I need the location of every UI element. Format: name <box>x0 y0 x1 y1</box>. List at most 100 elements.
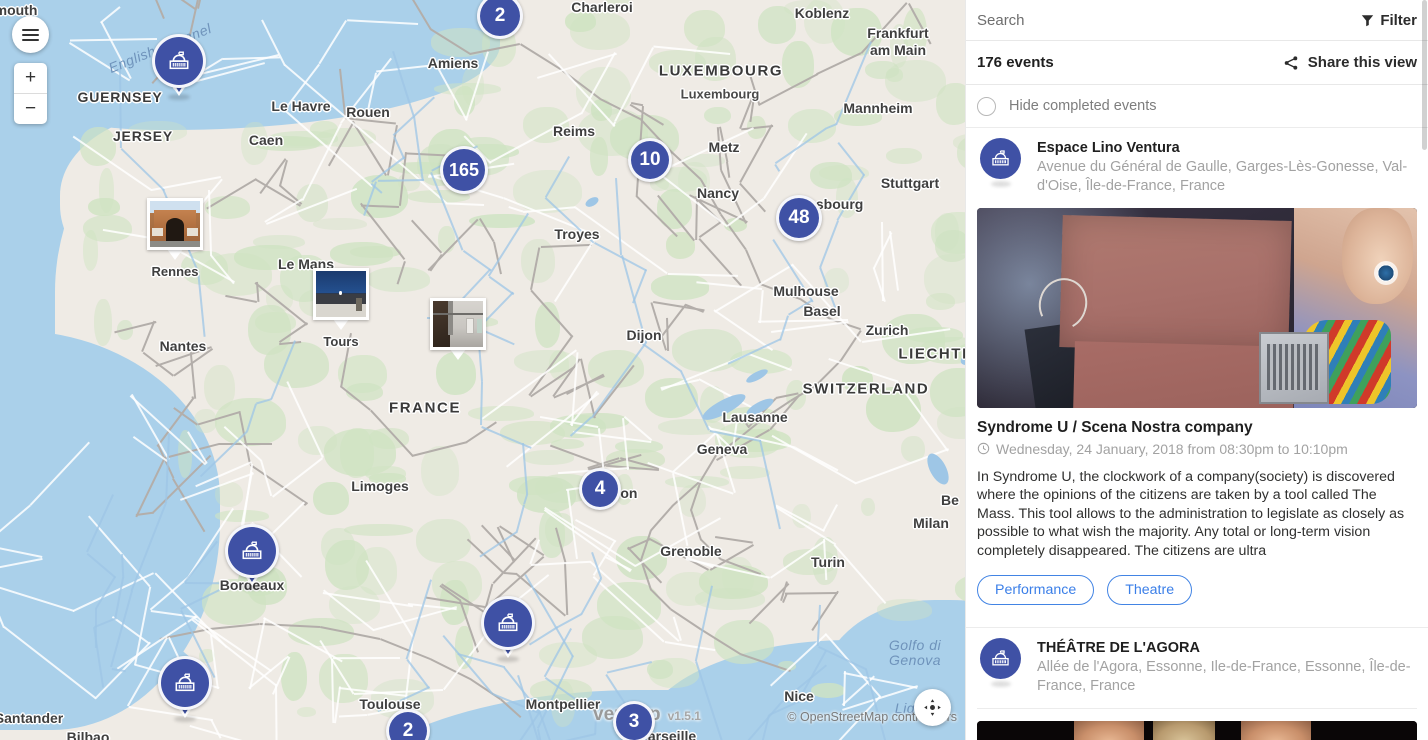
funnel-icon <box>1362 14 1374 26</box>
venue-building-icon <box>481 596 535 650</box>
terrain-forest <box>810 161 853 189</box>
venue-building-icon <box>980 138 1021 179</box>
geolocate-button[interactable] <box>914 689 951 726</box>
terrain-forest <box>649 658 699 688</box>
map-photo-pin[interactable]: Rennes <box>147 198 203 279</box>
venue-text: Espace Lino Ventura Avenue du Général de… <box>1037 138 1417 195</box>
terrain-forest <box>98 167 115 214</box>
terrain-forest <box>255 311 297 333</box>
event-photo-art <box>977 208 1417 409</box>
venue-row[interactable]: THÉÂTRE DE L'AGORA Allée de l'Agora, Ess… <box>966 627 1428 708</box>
hide-completed-radio[interactable] <box>977 96 996 116</box>
event-tag[interactable]: Theatre <box>1107 575 1193 606</box>
next-event-photo-art <box>977 721 1417 740</box>
event-datetime-text: Wednesday, 24 January, 2018 from 08:30pm… <box>996 440 1348 457</box>
terrain-forest <box>127 120 187 143</box>
event-description: In Syndrome U, the clockwork of a compan… <box>977 468 1405 559</box>
count-row: 176 events Share this view <box>966 41 1428 85</box>
terrain-forest <box>313 218 368 231</box>
terrain-forest <box>803 0 846 44</box>
photo-pin-tail <box>450 349 466 360</box>
terrain-forest <box>416 518 471 563</box>
terrain-forest <box>82 214 133 242</box>
photo-pin-tail <box>333 319 349 330</box>
venue-building-icon <box>152 34 206 88</box>
cluster-count: 48 <box>788 207 810 228</box>
terrain-forest <box>924 253 965 304</box>
map-cluster-marker[interactable]: 10 <box>628 138 672 182</box>
zoom-in-button[interactable]: + <box>14 63 47 93</box>
map-venue-pin[interactable] <box>225 524 279 590</box>
terrain-forest <box>269 131 339 146</box>
filter-label: Filter <box>1380 11 1417 29</box>
venue-building-icon <box>980 638 1021 680</box>
hide-completed-row[interactable]: Hide completed events <box>966 85 1428 127</box>
venue-row[interactable]: Espace Lino Ventura Avenue du Général de… <box>966 127 1428 208</box>
cluster-count: 4 <box>594 478 606 499</box>
map-cluster-marker[interactable]: 4 <box>579 468 621 510</box>
map-cluster-marker[interactable]: 3 <box>613 701 655 740</box>
cluster-count: 3 <box>628 711 640 732</box>
share-label: Share this view <box>1307 54 1417 71</box>
map-canvas[interactable]: mouthEnglish ChannelGUERNSEYJERSEYAmiens… <box>0 0 965 740</box>
venue-avatar <box>980 138 1022 187</box>
terrain-forest <box>339 428 375 478</box>
cluster-count: 2 <box>494 5 506 26</box>
terrain-forest <box>934 213 959 251</box>
event-datetime: Wednesday, 24 January, 2018 from 08:30pm… <box>977 441 1414 457</box>
map-road <box>332 657 400 660</box>
map-controls[interactable]: + − <box>12 16 49 124</box>
terrain-forest <box>703 106 732 125</box>
terrain-forest <box>757 5 797 44</box>
terrain-forest <box>467 406 534 422</box>
hide-completed-label: Hide completed events <box>1009 98 1157 114</box>
terrain-forest <box>651 274 709 300</box>
map-venue-pin[interactable] <box>481 596 535 662</box>
terrain-forest <box>369 473 407 484</box>
venue-address: Avenue du Général de Gaulle, Garges-Lès-… <box>1037 159 1408 194</box>
terrain-forest <box>313 482 349 516</box>
photo-pin-label: Tours <box>323 334 359 349</box>
event-tags[interactable]: Performance Theatre <box>977 575 1414 606</box>
terrain-forest <box>204 196 251 219</box>
map-venue-pin[interactable] <box>152 34 206 100</box>
photo-pin-label: Rennes <box>151 264 199 279</box>
search-row[interactable]: Filter <box>966 0 1428 41</box>
terrain-forest <box>810 682 846 699</box>
terrain-forest <box>886 148 922 165</box>
photo-pin-tail <box>167 249 183 260</box>
venue-building-icon <box>225 524 279 578</box>
map-photo-pin[interactable]: Tours <box>313 268 369 349</box>
zoom-controls[interactable]: + − <box>14 63 47 124</box>
terrain-forest <box>695 37 736 81</box>
menu-button[interactable] <box>12 16 49 53</box>
share-view-button[interactable]: Share this view <box>1283 54 1417 71</box>
photo-pin-thumbnail <box>430 298 486 350</box>
terrain-forest <box>884 59 947 103</box>
event-card[interactable]: Syndrome U / Scena Nostra company Wednes… <box>966 208 1428 613</box>
sidebar-scrollbar[interactable] <box>1422 0 1427 150</box>
map-venue-pin[interactable] <box>158 656 212 722</box>
cluster-count: 10 <box>639 149 661 170</box>
map-cluster-marker[interactable]: 165 <box>440 146 488 194</box>
map-photo-pin[interactable] <box>430 298 486 360</box>
terrain-forest <box>678 161 711 200</box>
brand-version: v1.5.1 <box>667 709 701 723</box>
photo-pin-thumbnail <box>313 268 369 320</box>
venue-name: Espace Lino Ventura <box>1037 140 1180 156</box>
filter-button[interactable]: Filter <box>1361 12 1417 29</box>
event-tag[interactable]: Performance <box>977 575 1095 606</box>
event-title: Syndrome U / Scena Nostra company <box>977 419 1253 437</box>
map-region-boundary <box>503 571 518 575</box>
search-input[interactable] <box>977 5 1217 35</box>
map-cluster-marker[interactable]: 48 <box>776 195 822 241</box>
terrain-forest <box>94 298 112 347</box>
next-event-photo[interactable] <box>977 721 1417 740</box>
events-sidebar[interactable]: Filter 176 events Share this view Hide c… <box>965 0 1428 740</box>
clock-icon <box>977 443 990 455</box>
hamburger-icon <box>22 26 39 44</box>
zoom-out-button[interactable]: − <box>14 94 47 124</box>
events-count: 176 events <box>977 54 1054 71</box>
venue-avatar <box>980 638 1022 688</box>
event-photo[interactable] <box>977 208 1417 409</box>
